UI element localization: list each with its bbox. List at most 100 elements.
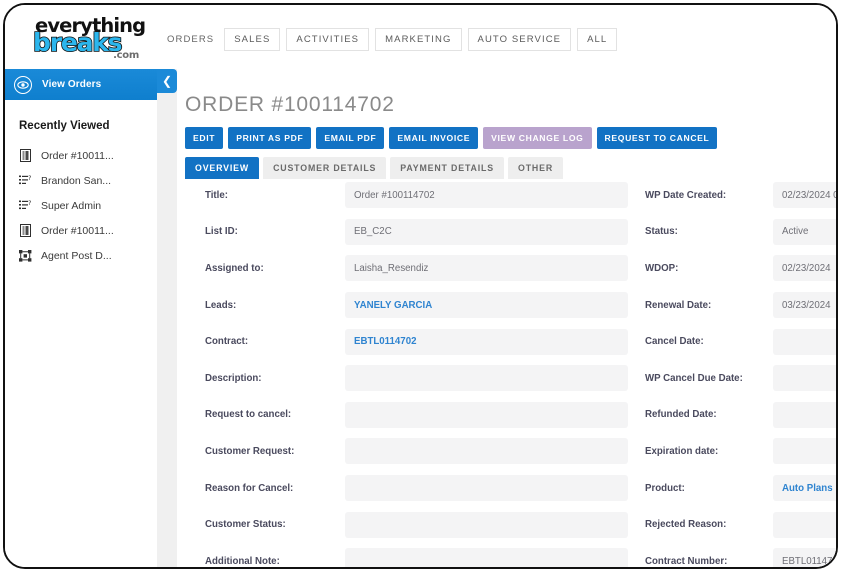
field-additional-note: Additional Note: [205,543,655,567]
field-request-to-cancel: Request to cancel: [205,397,655,434]
document-icon [19,224,32,237]
field-value[interactable]: Laisha_Resendiz [345,255,628,282]
field-renewal-date: Renewal Date: 03/23/2024 [645,287,836,324]
list-item[interactable]: ? Brandon San... [5,168,157,193]
list-item-label: Agent Post D... [41,249,112,262]
list-item-label: Order #10011... [41,149,114,162]
eye-icon [14,75,32,94]
tab-bar: OVERVIEW CUSTOMER DETAILS PAYMENT DETAIL… [185,157,836,179]
field-label: Request to cancel: [205,409,292,421]
list-item-label: Brandon San... [41,174,112,187]
field-label: Rejected Reason: [645,519,727,531]
nav-item-auto-service[interactable]: AUTO SERVICE [467,28,572,51]
field-reason-for-cancel: Reason for Cancel: [205,470,655,507]
field-value[interactable] [773,365,836,392]
field-label: Product: [645,482,685,494]
request-to-cancel-button[interactable]: REQUEST TO CANCEL [596,127,718,149]
field-customer-request: Customer Request: [205,433,655,470]
field-wp-date-created: WP Date Created: 02/23/2024 09:39 [645,177,836,214]
field-value[interactable]: 02/23/2024 09:39 [773,182,836,209]
field-label: Contract Number: [645,555,728,567]
field-product: Product: Auto Plans [645,470,836,507]
form-column-right: WP Date Created: 02/23/2024 09:39 Status… [645,177,836,567]
field-value[interactable]: 03/23/2024 [773,292,836,319]
field-value-link[interactable]: YANELY GARCIA [345,292,628,319]
list-item[interactable]: ? Super Admin [5,193,157,218]
field-label: Refunded Date: [645,409,717,421]
tab-other[interactable]: OTHER [508,157,564,179]
page-title: ORDER #100114702 [185,93,395,116]
field-status: Status: Active [645,214,836,251]
field-value[interactable] [773,328,836,355]
field-label: Additional Note: [205,555,280,567]
field-wp-cancel-due-date: WP Cancel Due Date: [645,360,836,397]
field-value-link[interactable]: EBTL0114702 [345,328,628,355]
field-assigned-to: Assigned to: Laisha_Resendiz [205,250,655,287]
content-panel: ORDER #100114702 EDIT PRINT AS PDF EMAIL… [177,69,836,567]
list-item[interactable]: Order #10011... [5,143,157,168]
sidebar-gutter [157,69,177,567]
sidebar-collapse-button[interactable]: ❮ [157,69,177,93]
logo-text-dotcom: .com [113,50,139,61]
svg-text:?: ? [28,175,31,182]
nav-item-sales[interactable]: SALES [224,28,281,51]
logo-text-breaks: breaks [32,27,123,58]
nav-item-marketing[interactable]: MARKETING [375,28,462,51]
field-label: Renewal Date: [645,299,712,311]
field-refunded-date: Refunded Date: [645,397,836,434]
print-as-pdf-button[interactable]: PRINT AS PDF [228,127,312,149]
field-contract-number: Contract Number: EBTL0114702 [645,543,836,567]
chevron-left-icon: ❮ [161,74,173,88]
field-value[interactable]: 02/23/2024 [773,255,836,282]
field-value[interactable] [773,511,836,538]
field-value[interactable]: Order #100114702 [345,182,628,209]
field-description: Description: [205,360,655,397]
list-item[interactable]: Order #10011... [5,218,157,243]
field-value-link[interactable]: Auto Plans [773,475,836,502]
field-contract: Contract: EBTL0114702 [205,323,655,360]
field-value[interactable]: EB_C2C [345,218,628,245]
nav-item-orders[interactable]: ORDERS [163,29,218,50]
field-value[interactable] [345,438,628,465]
list-question-icon: ? [19,199,32,212]
field-label: Cancel Date: [645,336,704,348]
sidebar-header-label: View Orders [42,79,102,90]
device-frame: everything breaks .com ORDERS SALES ACTI… [3,3,838,569]
tab-customer-details[interactable]: CUSTOMER DETAILS [263,157,387,179]
field-label: Title: [205,189,228,201]
sidebar-header-view-orders[interactable]: View Orders [5,69,157,100]
email-pdf-button[interactable]: EMAIL PDF [316,127,385,149]
field-label: WP Date Created: [645,189,727,201]
nav-item-activities[interactable]: ACTIVITIES [286,28,370,51]
field-title: Title: Order #100114702 [205,177,655,214]
field-value[interactable] [345,548,628,567]
main-navigation: ORDERS SALES ACTIVITIES MARKETING AUTO S… [163,28,618,51]
field-customer-status: Customer Status: [205,506,655,543]
email-invoice-button[interactable]: EMAIL INVOICE [389,127,479,149]
view-change-log-button[interactable]: VIEW CHANGE LOG [483,127,592,149]
field-value[interactable]: Active [773,218,836,245]
list-item-label: Order #10011... [41,224,114,237]
order-overview-form: Title: Order #100114702 List ID: EB_C2C … [177,177,836,567]
field-label: Reason for Cancel: [205,482,294,494]
list-item[interactable]: Agent Post D... [5,243,157,268]
field-value[interactable]: EBTL0114702 [773,548,836,567]
field-value[interactable] [345,511,628,538]
field-value[interactable] [345,365,628,392]
field-value[interactable] [345,401,628,428]
action-button-bar: EDIT PRINT AS PDF EMAIL PDF EMAIL INVOIC… [185,127,836,149]
tab-payment-details[interactable]: PAYMENT DETAILS [390,157,504,179]
recently-viewed-heading: Recently Viewed [19,120,110,132]
brand-logo[interactable]: everything breaks .com [27,9,147,61]
field-value[interactable] [773,401,836,428]
field-label: Leads: [205,299,237,311]
nav-item-all[interactable]: ALL [577,28,618,51]
svg-text:?: ? [28,200,31,207]
document-icon [19,149,32,162]
field-value[interactable] [345,475,628,502]
field-wdop: WDOP: 02/23/2024 [645,250,836,287]
edit-button[interactable]: EDIT [185,127,224,149]
field-label: Assigned to: [205,262,264,274]
tab-overview[interactable]: OVERVIEW [185,157,260,179]
field-value[interactable] [773,438,836,465]
